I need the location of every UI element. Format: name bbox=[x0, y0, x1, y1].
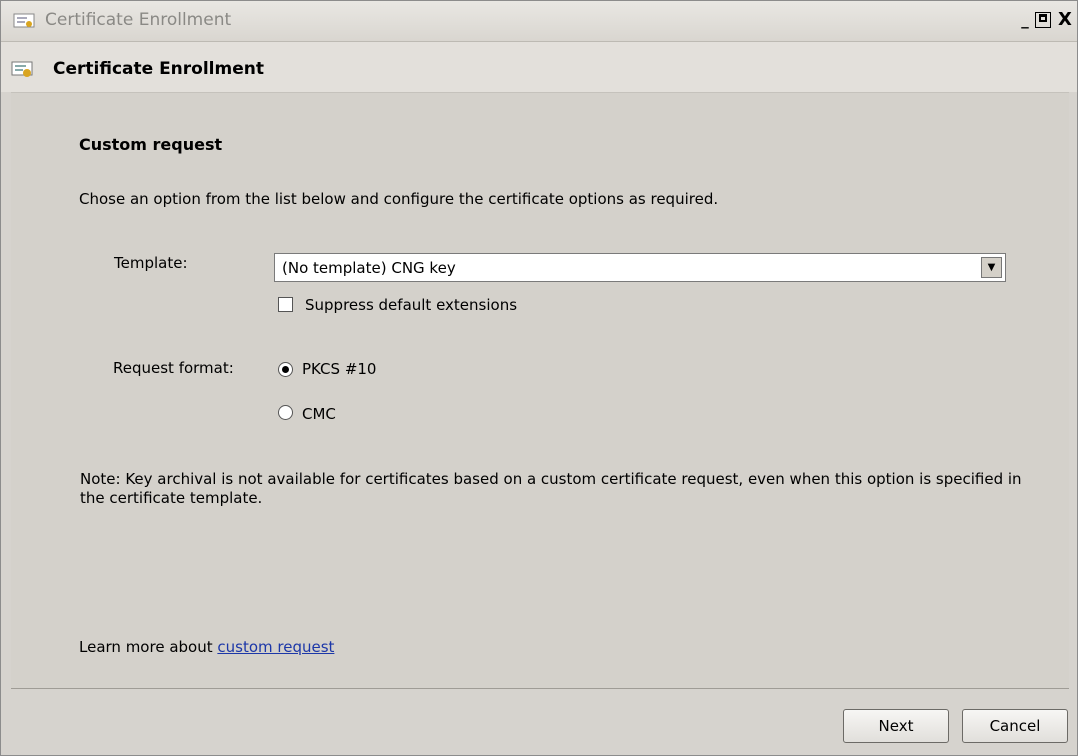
pkcs10-radio[interactable] bbox=[278, 362, 293, 377]
certificate-icon bbox=[11, 61, 33, 77]
next-button[interactable]: Next bbox=[843, 709, 949, 743]
suppress-extensions-checkbox[interactable] bbox=[278, 297, 293, 312]
cmc-radio[interactable] bbox=[278, 405, 293, 420]
learn-more-line: Learn more about custom request bbox=[79, 638, 334, 656]
maximize-icon bbox=[1039, 14, 1047, 22]
dropdown-arrow-icon[interactable]: ▼ bbox=[981, 257, 1002, 278]
request-format-label: Request format: bbox=[113, 359, 234, 377]
suppress-extensions-label[interactable]: Suppress default extensions bbox=[305, 296, 517, 314]
certificate-enrollment-window: Certificate Enrollment _ X Certificate E… bbox=[0, 0, 1078, 756]
maximize-button[interactable] bbox=[1035, 12, 1051, 28]
learn-more-prefix: Learn more about bbox=[79, 638, 218, 656]
radio-selected-dot bbox=[282, 366, 289, 373]
instructions-text: Chose an option from the list below and … bbox=[79, 190, 719, 208]
cmc-label[interactable]: CMC bbox=[302, 405, 336, 423]
note-text: Note: Key archival is not available for … bbox=[80, 470, 1022, 507]
close-button[interactable]: X bbox=[1055, 10, 1075, 30]
title-bar[interactable]: Certificate Enrollment _ X bbox=[1, 1, 1077, 42]
template-select[interactable]: (No template) CNG key ▼ bbox=[274, 253, 1006, 282]
pkcs10-label[interactable]: PKCS #10 bbox=[302, 360, 376, 378]
section-title: Custom request bbox=[79, 135, 223, 154]
custom-request-link[interactable]: custom request bbox=[217, 638, 334, 656]
window-title: Certificate Enrollment bbox=[45, 10, 232, 30]
certificate-icon bbox=[13, 13, 35, 28]
page-header-title: Certificate Enrollment bbox=[53, 59, 264, 79]
content-panel bbox=[11, 92, 1069, 689]
template-select-value: (No template) CNG key bbox=[282, 259, 456, 277]
minimize-button[interactable]: _ bbox=[1015, 10, 1035, 30]
template-label: Template: bbox=[114, 254, 188, 272]
cancel-button[interactable]: Cancel bbox=[962, 709, 1068, 743]
